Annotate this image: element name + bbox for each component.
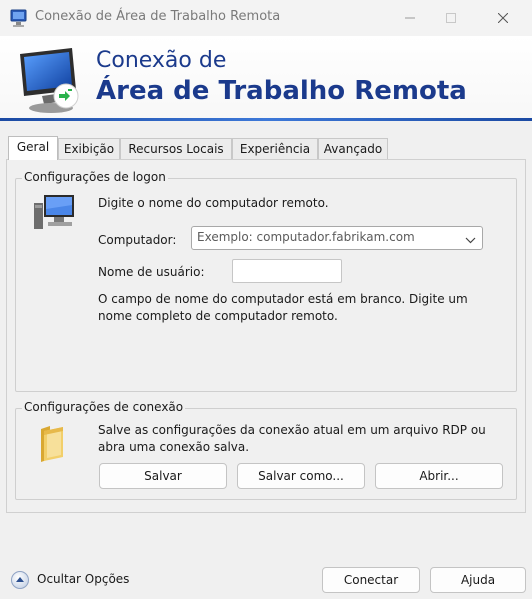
tab-recursos-locais[interactable]: Recursos Locais	[120, 138, 232, 159]
logon-instruction: Digite o nome do computador remoto.	[98, 196, 329, 210]
tab-avancado[interactable]: Avançado	[318, 138, 388, 159]
connection-group-title: Configurações de conexão	[22, 400, 186, 414]
help-button[interactable]: Ajuda	[430, 567, 526, 593]
computer-placeholder: Exemplo: computador.fabrikam.com	[197, 230, 415, 244]
computer-icon	[34, 193, 76, 234]
chevron-down-icon[interactable]	[465, 233, 476, 247]
hide-options-label[interactable]: Ocultar Opções	[37, 572, 129, 586]
tab-panel-geral: Configurações de logon Digite o nome do …	[6, 159, 526, 513]
title-bar: Conexão de Área de Trabalho Remota	[0, 0, 532, 36]
warning-line-2: nome completo de computador remoto.	[98, 309, 338, 323]
window-title: Conexão de Área de Trabalho Remota	[35, 9, 281, 24]
logon-settings-group: Configurações de logon Digite o nome do …	[15, 170, 517, 392]
folder-icon	[38, 425, 66, 466]
hide-options-toggle-icon[interactable]	[10, 570, 30, 593]
remote-desktop-logo-icon	[14, 46, 86, 118]
tab-experiencia[interactable]: Experiência	[232, 138, 318, 159]
warning-line-1: O campo de nome do computador está em br…	[98, 292, 468, 306]
open-button[interactable]: Abrir...	[375, 463, 503, 489]
username-input[interactable]	[232, 259, 342, 283]
header-banner: Conexão de Área de Trabalho Remota	[0, 36, 532, 121]
banner-stripe	[0, 118, 532, 121]
save-as-button[interactable]: Salvar como...	[237, 463, 365, 489]
connection-desc-line-2: abra uma conexão salva.	[98, 440, 250, 454]
computer-combobox[interactable]: Exemplo: computador.fabrikam.com	[191, 226, 483, 250]
computer-label: Computador:	[98, 233, 177, 247]
tab-geral[interactable]: Geral	[8, 136, 58, 160]
connect-button[interactable]: Conectar	[322, 567, 420, 593]
banner-title-line2: Área de Trabalho Remota	[96, 76, 467, 106]
remote-desktop-app-icon	[9, 8, 29, 28]
close-button[interactable]	[480, 0, 526, 36]
save-button[interactable]: Salvar	[99, 463, 227, 489]
connection-desc-line-1: Salve as configurações da conexão atual …	[98, 423, 486, 437]
tab-exibicao[interactable]: Exibição	[58, 138, 120, 159]
connection-settings-group: Configurações de conexão Salve as config…	[15, 400, 517, 500]
banner-title-line1: Conexão de	[96, 48, 227, 73]
username-label: Nome de usuário:	[98, 265, 205, 279]
logon-group-title: Configurações de logon	[22, 170, 168, 184]
minimize-button[interactable]	[387, 0, 433, 36]
maximize-button[interactable]	[428, 0, 474, 36]
